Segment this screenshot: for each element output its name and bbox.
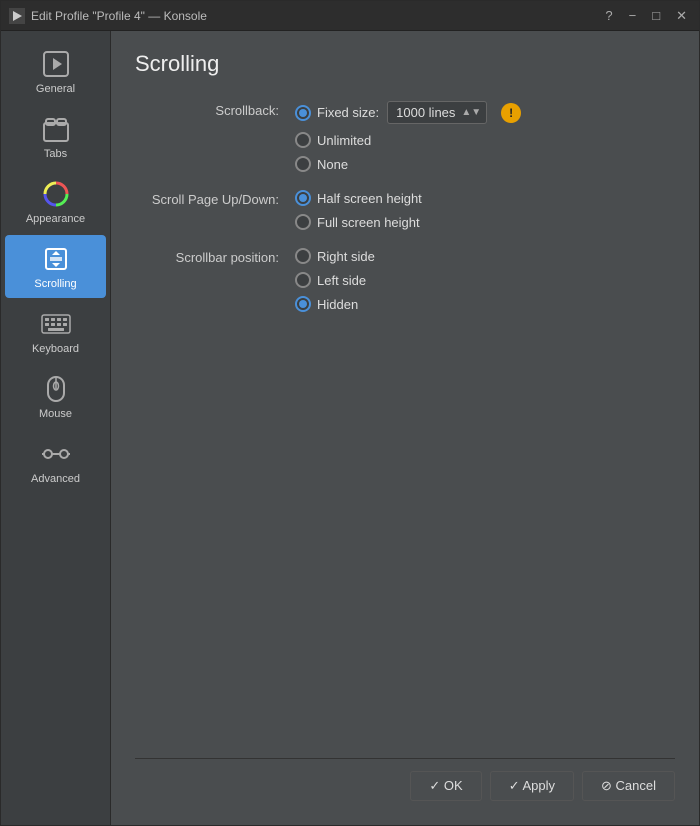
sidebar-item-scrolling[interactable]: Scrolling [5, 235, 106, 298]
scrollbar-position-section: Scrollbar position: Right side Left side [135, 248, 675, 312]
advanced-icon [40, 438, 72, 470]
minimize-button[interactable]: − [625, 6, 641, 25]
scrollback-options: Fixed size: 100 lines 500 lines 1000 lin… [295, 101, 521, 172]
panel-title: Scrolling [135, 51, 675, 77]
scrollback-fixed-radio[interactable]: Fixed size: [295, 105, 379, 121]
scroll-full-radio[interactable]: Full screen height [295, 214, 420, 230]
scrollbar-right-label: Right side [317, 249, 375, 264]
sidebar-item-advanced[interactable]: Advanced [5, 430, 106, 493]
scroll-page-section: Scroll Page Up/Down: Half screen height [135, 190, 675, 230]
scroll-full-row: Full screen height [295, 214, 422, 230]
scroll-half-row: Half screen height [295, 190, 422, 206]
maximize-button[interactable]: □ [648, 6, 664, 25]
scroll-half-label: Half screen height [317, 191, 422, 206]
ok-button[interactable]: ✓ OK [410, 771, 481, 801]
scrollbar-position-options: Right side Left side [295, 248, 375, 312]
scrollbar-left-radio[interactable]: Left side [295, 272, 366, 288]
sidebar-item-advanced-label: Advanced [31, 473, 80, 485]
window: Edit Profile "Profile 4" — Konsole ? − □… [0, 0, 700, 826]
scrollback-unlimited-label: Unlimited [317, 133, 371, 148]
scrollback-fixed-radio-outer [295, 105, 311, 121]
scroll-full-radio-outer [295, 214, 311, 230]
scrollback-none-radio[interactable]: None [295, 156, 348, 172]
scrollbar-hidden-row: Hidden [295, 296, 375, 312]
scrollback-fixed-row: Fixed size: 100 lines 500 lines 1000 lin… [295, 101, 521, 124]
appearance-icon [40, 178, 72, 210]
scroll-half-radio[interactable]: Half screen height [295, 190, 422, 206]
general-icon [40, 48, 72, 80]
sidebar-item-mouse-label: Mouse [39, 408, 72, 420]
warning-icon: ! [501, 103, 521, 123]
scrollback-none-row: None [295, 156, 521, 172]
tabs-icon [40, 113, 72, 145]
scrolling-icon [40, 243, 72, 275]
scrollbar-hidden-radio-inner [299, 300, 307, 308]
scrollback-none-radio-outer [295, 156, 311, 172]
sidebar-item-scrolling-label: Scrolling [34, 278, 76, 290]
sidebar-item-tabs[interactable]: Tabs [5, 105, 106, 168]
scrollback-unlimited-radio-outer [295, 132, 311, 148]
scrollbar-left-radio-outer [295, 272, 311, 288]
scroll-full-label: Full screen height [317, 215, 420, 230]
scrollback-section: Scrollback: Fixed size: 100 lines [135, 101, 675, 172]
button-bar: ✓ OK ✓ Apply ⊘ Cancel [135, 758, 675, 805]
scroll-page-options: Half screen height Full screen height [295, 190, 422, 230]
right-panel: Scrolling Scrollback: Fixed size: [111, 31, 699, 825]
titlebar: Edit Profile "Profile 4" — Konsole ? − □… [1, 1, 699, 31]
sidebar-item-general[interactable]: General [5, 40, 106, 103]
cancel-button[interactable]: ⊘ Cancel [582, 771, 675, 801]
sidebar-item-keyboard-label: Keyboard [32, 343, 79, 355]
scrollbar-left-row: Left side [295, 272, 375, 288]
scrollback-unlimited-row: Unlimited [295, 132, 521, 148]
close-button[interactable]: ✕ [672, 6, 691, 26]
scrollbar-hidden-radio-outer [295, 296, 311, 312]
scrollback-label: Scrollback: [135, 101, 295, 118]
scrollbar-hidden-label: Hidden [317, 297, 358, 312]
lines-dropdown[interactable]: 100 lines 500 lines 1000 lines 2000 line… [387, 101, 487, 124]
app-icon [9, 8, 25, 24]
main-content: General Tabs [1, 31, 699, 825]
scrollback-none-label: None [317, 157, 348, 172]
titlebar-controls: ? − □ ✕ [601, 6, 691, 26]
scroll-page-label: Scroll Page Up/Down: [135, 190, 295, 207]
scrollbar-hidden-radio[interactable]: Hidden [295, 296, 358, 312]
scrollback-unlimited-radio[interactable]: Unlimited [295, 132, 371, 148]
keyboard-icon [40, 308, 72, 340]
titlebar-title: Edit Profile "Profile 4" — Konsole [31, 9, 207, 23]
sidebar-item-tabs-label: Tabs [44, 148, 67, 160]
sidebar-item-general-label: General [36, 83, 75, 95]
sidebar-item-keyboard[interactable]: Keyboard [5, 300, 106, 363]
scrollbar-right-row: Right side [295, 248, 375, 264]
scroll-half-radio-inner [299, 194, 307, 202]
scrollbar-right-radio[interactable]: Right side [295, 248, 375, 264]
dropdown-wrap: 100 lines 500 lines 1000 lines 2000 line… [387, 101, 487, 124]
sidebar-item-appearance[interactable]: Appearance [5, 170, 106, 233]
mouse-icon [40, 373, 72, 405]
scrollback-fixed-radio-inner [299, 109, 307, 117]
scrollbar-position-label: Scrollbar position: [135, 248, 295, 265]
sidebar: General Tabs [1, 31, 111, 825]
scrollback-fixed-label: Fixed size: [317, 105, 379, 120]
scrollbar-left-label: Left side [317, 273, 366, 288]
apply-button[interactable]: ✓ Apply [490, 771, 574, 801]
titlebar-left: Edit Profile "Profile 4" — Konsole [9, 8, 207, 24]
sidebar-item-mouse[interactable]: Mouse [5, 365, 106, 428]
scrollbar-right-radio-outer [295, 248, 311, 264]
sidebar-item-appearance-label: Appearance [26, 213, 85, 225]
scroll-half-radio-outer [295, 190, 311, 206]
help-button[interactable]: ? [601, 6, 616, 25]
